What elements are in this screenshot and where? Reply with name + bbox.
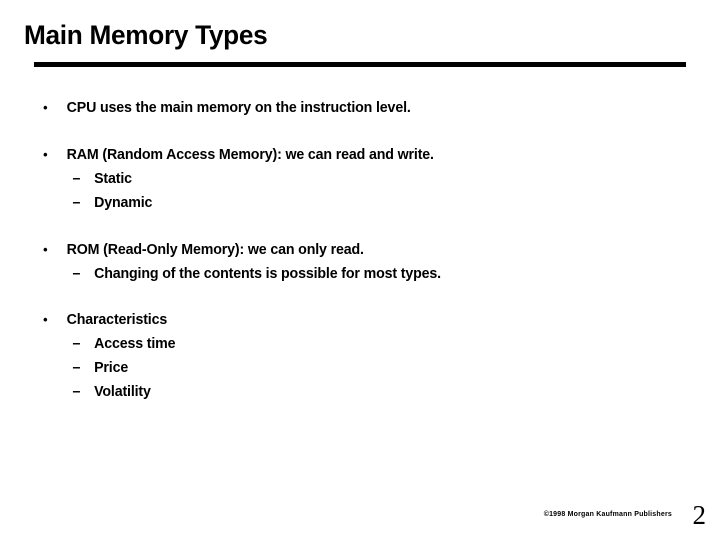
bullet-marker-icon: • <box>43 100 48 115</box>
slide-footer: ©1998 Morgan Kaufmann Publishers 2 <box>0 494 720 534</box>
slide: Main Memory Types • CPU uses the main me… <box>0 0 720 540</box>
sub-bullet-item: – Dynamic <box>0 191 706 215</box>
sub-bullet-label: Dynamic <box>94 195 153 211</box>
bullet-group-characteristics: • Characteristics – Access time – Price … <box>0 308 720 404</box>
bullet-marker-icon: • <box>43 147 48 162</box>
dash-marker-icon: – <box>72 360 81 376</box>
bullet-marker-icon: • <box>43 242 48 257</box>
bullet-item: • ROM (Read-Only Memory): we can only re… <box>0 238 706 262</box>
page-title: Main Memory Types <box>24 20 268 50</box>
title-divider <box>34 62 686 67</box>
sub-bullet-item: – Changing of the contents is possible f… <box>0 262 706 286</box>
bullet-marker-icon: • <box>43 312 48 327</box>
sub-bullet-label: Changing of the contents is possible for… <box>94 266 441 282</box>
sub-bullet-item: – Price <box>0 356 706 380</box>
bullet-item: • Characteristics <box>0 308 706 332</box>
sub-bullet-label: Volatility <box>94 384 151 400</box>
bullet-label: Characteristics <box>66 312 168 328</box>
slide-body: • CPU uses the main memory on the instru… <box>0 96 720 404</box>
bullet-label: CPU uses the main memory on the instruct… <box>66 100 411 116</box>
copyright-notice: ©1998 Morgan Kaufmann Publishers <box>543 511 672 518</box>
sub-bullet-label: Access time <box>94 336 176 352</box>
dash-marker-icon: – <box>72 336 81 352</box>
slide-number: 2 <box>692 500 707 530</box>
bullet-group-rom: • ROM (Read-Only Memory): we can only re… <box>0 238 720 286</box>
sub-bullet-label: Static <box>94 171 132 187</box>
sub-bullet-item: – Static <box>0 167 706 191</box>
bullet-group-ram: • RAM (Random Access Memory): we can rea… <box>0 143 720 215</box>
sub-bullet-label: Price <box>94 360 129 376</box>
bullet-label: RAM (Random Access Memory): we can read … <box>66 147 434 163</box>
dash-marker-icon: – <box>72 195 81 211</box>
dash-marker-icon: – <box>72 266 81 282</box>
sub-bullet-item: – Access time <box>0 332 706 356</box>
bullet-item: • CPU uses the main memory on the instru… <box>0 96 706 120</box>
dash-marker-icon: – <box>72 171 81 187</box>
dash-marker-icon: – <box>72 384 81 400</box>
bullet-group-cpu: • CPU uses the main memory on the instru… <box>0 96 720 120</box>
bullet-item: • RAM (Random Access Memory): we can rea… <box>0 143 706 167</box>
sub-bullet-item: – Volatility <box>0 380 706 404</box>
bullet-label: ROM (Read-Only Memory): we can only read… <box>66 242 364 258</box>
